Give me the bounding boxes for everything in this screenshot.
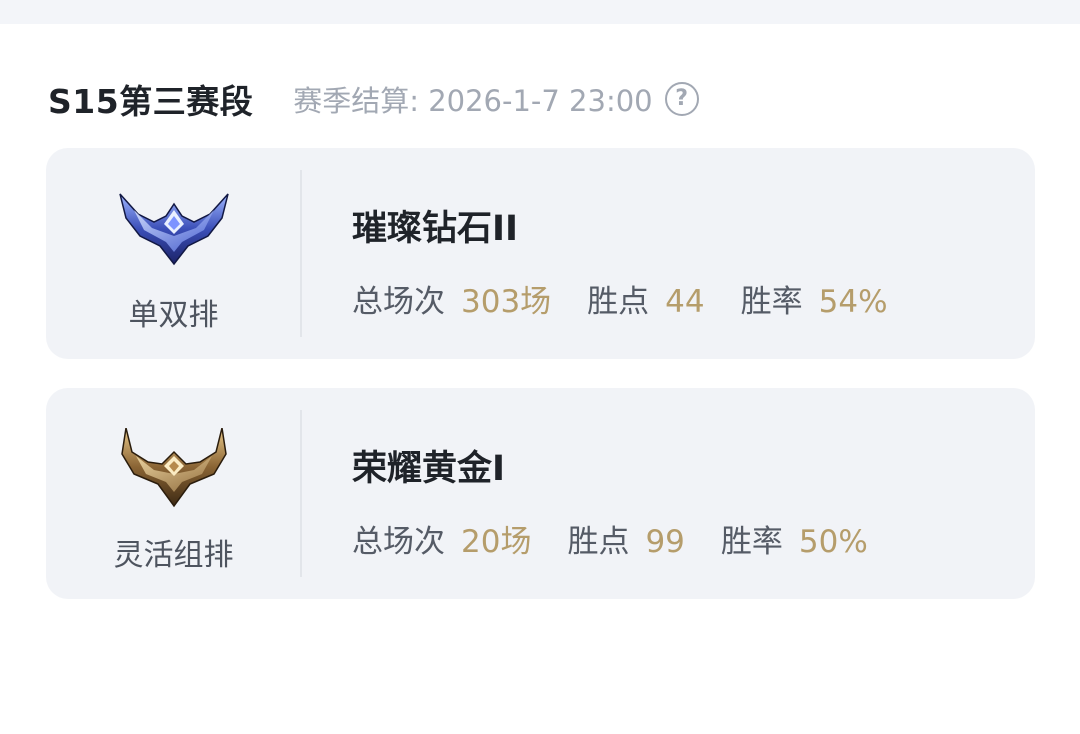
games-value: 20场	[461, 524, 532, 560]
rank-info: 荣耀黄金I 总场次 20场 胜点 99 胜率 50%	[352, 388, 1015, 599]
rank-card-solo[interactable]: 单双排 璀璨钻石II 总场次 303场 胜点 44 胜率 54%	[46, 148, 1035, 359]
winrate-label: 胜率	[740, 284, 803, 320]
lp-label: 胜点	[567, 524, 630, 560]
season-settle-time: 赛季结算: 2026-1-7 23:00 ?	[293, 78, 699, 120]
season-header: S15第三赛段 赛季结算: 2026-1-7 23:00 ?	[48, 74, 699, 124]
rank-card-flex[interactable]: 灵活组排 荣耀黄金I 总场次 20场 胜点 99 胜率 50%	[46, 388, 1035, 599]
lp-value: 99	[645, 524, 685, 560]
queue-label: 灵活组排	[113, 538, 234, 573]
season-title: S15第三赛段	[48, 82, 254, 121]
gold-emblem-icon	[121, 428, 227, 508]
rank-info: 璀璨钻石II 总场次 303场 胜点 44 胜率 54%	[352, 148, 1015, 359]
top-strip	[0, 0, 1080, 24]
rank-stats: 总场次 20场 胜点 99 胜率 50%	[352, 516, 868, 561]
help-icon[interactable]: ?	[664, 82, 699, 116]
queue-label: 单双排	[128, 298, 219, 333]
queue-column: 单双排	[46, 148, 301, 359]
rank-stats: 总场次 303场 胜点 44 胜率 54%	[352, 276, 888, 321]
tier-name: 荣耀黄金I	[352, 449, 506, 489]
settle-text: 赛季结算: 2026-1-7 23:00	[293, 84, 653, 118]
card-divider	[300, 410, 302, 577]
games-value: 303场	[461, 284, 552, 320]
games-label: 总场次	[352, 284, 445, 320]
winrate-label: 胜率	[720, 524, 783, 560]
lp-value: 44	[665, 284, 705, 320]
card-divider	[300, 170, 302, 337]
lp-label: 胜点	[587, 284, 650, 320]
winrate-value: 50%	[798, 524, 868, 560]
games-label: 总场次	[352, 524, 445, 560]
tier-name: 璀璨钻石II	[352, 209, 519, 249]
diamond-emblem-icon	[119, 193, 229, 266]
winrate-value: 54%	[818, 284, 888, 320]
queue-column: 灵活组排	[46, 388, 301, 599]
